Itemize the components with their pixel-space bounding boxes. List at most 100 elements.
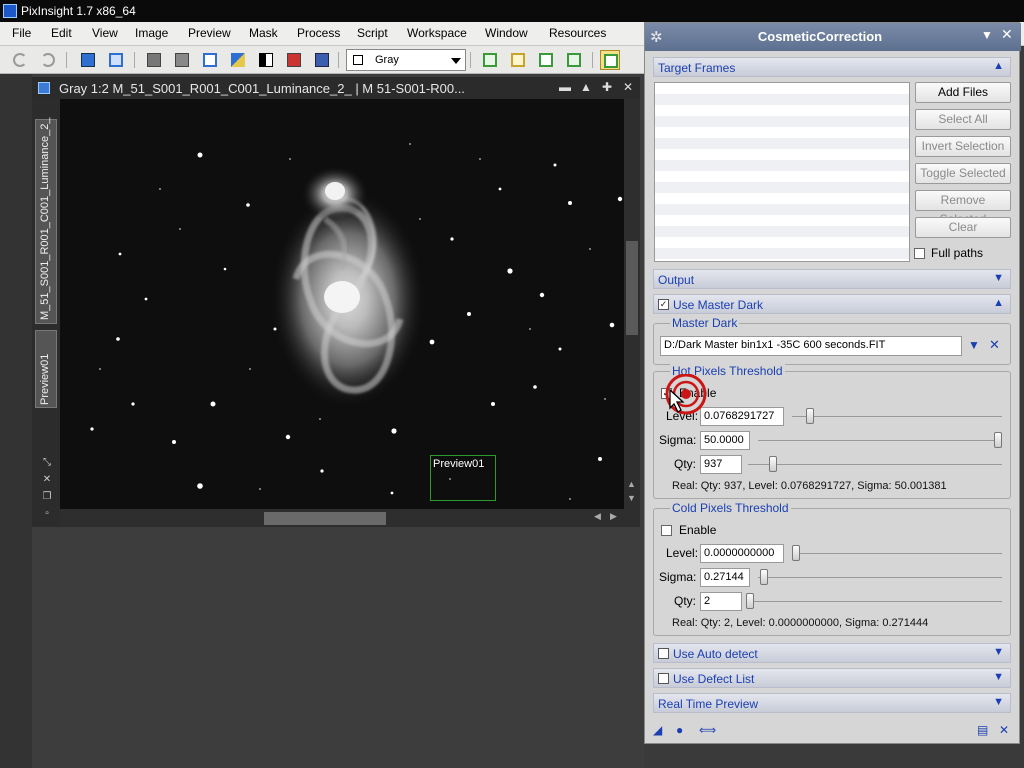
menu-image[interactable]: Image xyxy=(135,26,168,40)
target-frames-list[interactable] xyxy=(654,82,910,262)
reset-icon[interactable]: ✕ xyxy=(999,723,1009,737)
cold-qty-field[interactable]: 2 xyxy=(700,592,742,611)
cold-level-field[interactable]: 0.0000000000 xyxy=(700,544,784,563)
menu-process[interactable]: Process xyxy=(297,26,340,40)
scroll-left-icon[interactable]: ◀ xyxy=(594,511,601,522)
horizontal-scrollbar[interactable]: ◀ ▶ xyxy=(60,509,640,527)
hot-sigma-label: Sigma: xyxy=(659,433,697,447)
hot-qty-slider[interactable] xyxy=(769,456,777,472)
menu-resources[interactable]: Resources xyxy=(549,26,606,40)
section-target-frames[interactable]: Target Frames ▲ xyxy=(653,57,1011,77)
zoom-out-icon[interactable] xyxy=(172,50,192,70)
remove-selected-button[interactable]: Remove Selected xyxy=(915,190,1011,226)
panel-titlebar[interactable]: ✲ CosmeticCorrection ▼ ✕ xyxy=(645,23,1021,51)
section-output[interactable]: Output ▼ xyxy=(653,269,1011,289)
add-files-button[interactable]: Add Files xyxy=(915,82,1011,103)
cold-sigma-slider[interactable] xyxy=(760,569,768,585)
identifier-icon[interactable] xyxy=(78,50,98,70)
stf-icon[interactable] xyxy=(312,50,332,70)
paste-icon[interactable] xyxy=(564,50,584,70)
tab-main-view[interactable]: M_51_S001_R001_C001_Luminance_2_ xyxy=(35,118,57,324)
vertical-scrollbar[interactable]: ▲ ▼ xyxy=(624,99,640,509)
cold-qty-label: Qty: xyxy=(674,594,697,608)
clear-path-icon[interactable]: ✕ xyxy=(989,337,1000,353)
new-instance-icon[interactable]: ◢ xyxy=(653,723,662,737)
vertical-scroll-thumb[interactable] xyxy=(626,241,638,335)
mask-icon[interactable] xyxy=(228,50,248,70)
menu-view[interactable]: View xyxy=(92,26,118,40)
cold-sigma-label: Sigma: xyxy=(659,570,697,584)
menu-file[interactable]: File xyxy=(12,26,31,40)
undo-icon[interactable] xyxy=(10,50,30,70)
menu-workspace[interactable]: Workspace xyxy=(407,26,467,40)
full-paths-checkbox[interactable] xyxy=(914,248,925,259)
copy-icon[interactable] xyxy=(536,50,556,70)
edit-icon[interactable] xyxy=(508,50,528,70)
copy-view-icon[interactable]: ❐ xyxy=(41,491,53,503)
shade-icon[interactable]: ▲ xyxy=(579,80,593,94)
scroll-up-icon[interactable]: ▲ xyxy=(627,479,636,489)
use-master-dark-label: Use Master Dark xyxy=(673,298,764,312)
real-time-toggle-icon[interactable]: ⟺ xyxy=(699,723,716,737)
maximize-icon[interactable]: ✚ xyxy=(600,80,614,94)
tab-preview01-label: Preview01 xyxy=(39,353,51,405)
scroll-down-icon[interactable]: ▼ xyxy=(627,493,636,503)
expand-icon[interactable]: ⤡ xyxy=(41,457,53,469)
section-use-master-dark[interactable]: ✓ Use Master Dark ▲ xyxy=(653,294,1011,314)
histogram-icon[interactable] xyxy=(284,50,304,70)
hot-qty-field[interactable]: 937 xyxy=(700,455,742,474)
clone-view-icon[interactable] xyxy=(106,50,126,70)
close-panel-icon[interactable]: ✕ xyxy=(1001,26,1013,43)
cold-qty-slider[interactable] xyxy=(746,593,754,609)
cold-sigma-field[interactable]: 0.27144 xyxy=(700,568,750,587)
close-icon[interactable]: ✕ xyxy=(621,80,635,94)
hot-level-slider[interactable] xyxy=(806,408,814,424)
invert-selection-button[interactable]: Invert Selection xyxy=(915,136,1011,157)
use-auto-detect-checkbox[interactable] xyxy=(658,648,669,659)
info-icon[interactable]: ▫ xyxy=(41,508,53,520)
expand-icon: ▼ xyxy=(993,696,1004,708)
use-master-dark-checkbox[interactable]: ✓ xyxy=(658,299,669,310)
apply-global-icon[interactable]: ● xyxy=(676,723,683,737)
section-real-time-preview[interactable]: Real Time Preview ▼ xyxy=(653,693,1011,713)
menu-mask[interactable]: Mask xyxy=(249,26,278,40)
toggle-selected-button[interactable]: Toggle Selected xyxy=(915,163,1011,184)
tab-preview01[interactable]: Preview01 xyxy=(35,330,57,408)
use-defect-list-checkbox[interactable] xyxy=(658,673,669,684)
menu-preview[interactable]: Preview xyxy=(188,26,231,40)
documentation-icon[interactable]: ▤ xyxy=(977,723,988,737)
preview-rectangle[interactable]: Preview01 xyxy=(430,455,496,501)
master-dark-path-field[interactable]: D:/Dark Master bin1x1 -35C 600 seconds.F… xyxy=(660,336,962,356)
new-preview-icon[interactable] xyxy=(200,50,220,70)
cold-enable-checkbox[interactable] xyxy=(661,525,672,536)
scroll-right-icon[interactable]: ▶ xyxy=(610,511,617,522)
app-titlebar: PixInsight 1.7 x86_64 xyxy=(0,0,1024,22)
process-console-icon[interactable] xyxy=(600,50,620,70)
hot-sigma-slider[interactable] xyxy=(994,432,1002,448)
hot-sigma-field[interactable]: 50.0000 xyxy=(700,431,750,450)
fit-view-icon[interactable]: ✕ xyxy=(41,474,53,486)
image-canvas[interactable]: Preview01 xyxy=(60,99,624,509)
chevron-down-icon xyxy=(451,58,461,64)
horizontal-scroll-thumb[interactable] xyxy=(264,512,386,525)
minimize-icon[interactable]: ▬ xyxy=(558,80,572,94)
redo-icon[interactable] xyxy=(38,50,58,70)
shade-panel-icon[interactable]: ▼ xyxy=(981,28,993,42)
clear-button[interactable]: Clear xyxy=(915,217,1011,238)
dropdown-arrow-icon[interactable]: ▼ xyxy=(968,338,980,352)
menu-edit[interactable]: Edit xyxy=(51,26,72,40)
select-all-button[interactable]: Select All xyxy=(915,109,1011,130)
hot-level-field[interactable]: 0.0768291727 xyxy=(700,407,784,426)
image-window-title: Gray 1:2 M_51_S001_R001_C001_Luminance_2… xyxy=(59,81,465,96)
use-defect-list-label: Use Defect List xyxy=(673,672,755,686)
zoom-icon[interactable] xyxy=(144,50,164,70)
view-select[interactable]: Gray xyxy=(346,49,466,71)
cold-level-slider[interactable] xyxy=(792,545,800,561)
image-window-titlebar[interactable]: Gray 1:2 M_51_S001_R001_C001_Luminance_2… xyxy=(32,77,640,99)
section-use-defect-list[interactable]: Use Defect List ▼ xyxy=(653,668,1011,688)
menu-script[interactable]: Script xyxy=(357,26,388,40)
menu-window[interactable]: Window xyxy=(485,26,528,40)
add-icon[interactable] xyxy=(480,50,500,70)
section-use-auto-detect[interactable]: Use Auto detect ▼ xyxy=(653,643,1011,663)
invert-icon[interactable] xyxy=(256,50,276,70)
